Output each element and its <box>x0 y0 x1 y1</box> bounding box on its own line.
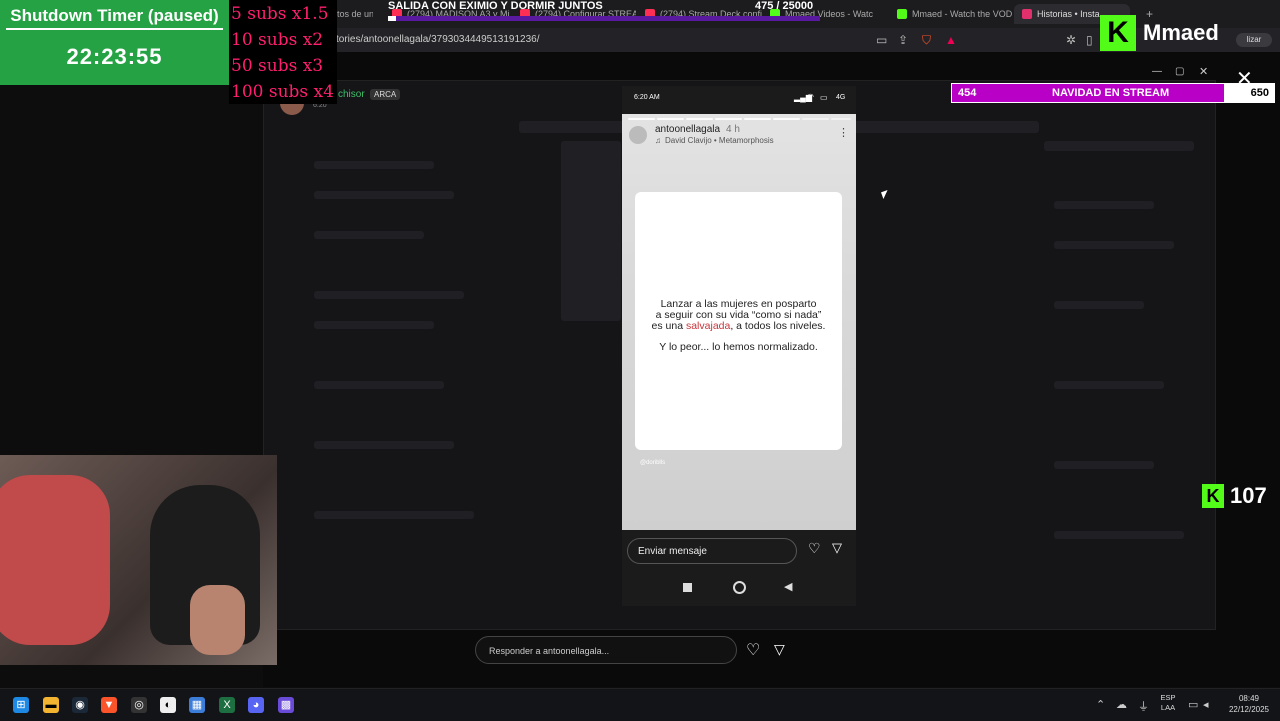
share-icon[interactable]: ⇪ <box>898 33 908 47</box>
android-back-icon[interactable]: ◀ <box>784 580 792 593</box>
tray-chevron-icon[interactable]: ⌃ <box>1096 698 1105 711</box>
timer-time: 22:23:55 <box>66 44 163 69</box>
account-avatar[interactable] <box>629 126 647 144</box>
battery-icon: ▭ <box>820 93 828 102</box>
goal-name: NAVIDAD EN STREAM <box>1052 87 1170 99</box>
story-viewer: 6:20 AM ▂▄▆ ◠ ▭ 4G antoonellagala 4 h ♫ … <box>622 86 856 606</box>
goal-title: SALIDA CON EXIMIO Y DORMIR JUNTOS <box>388 0 603 12</box>
quote-line: es una salvajada, a todos los niveles. <box>635 321 842 332</box>
discord-username: chisor <box>338 89 365 100</box>
wifi-icon: ◠ <box>807 92 814 101</box>
cast-icon[interactable]: ▭ <box>876 33 887 47</box>
android-home-icon[interactable] <box>733 581 746 594</box>
lang-code: ESP <box>1160 693 1176 702</box>
window-close-icon[interactable]: ✕ <box>1199 65 1208 78</box>
shutdown-timer-overlay: Shutdown Timer (paused) 22:23:55 <box>0 0 229 85</box>
quote-text: es una <box>651 320 686 332</box>
obs-icon[interactable]: ◎ <box>131 697 147 713</box>
network-icon[interactable]: ▭ <box>1188 698 1198 711</box>
goal-progress-track <box>388 16 820 21</box>
reply-heart-icon[interactable]: ♡ <box>746 640 760 660</box>
volume-icon[interactable]: ◂ <box>1203 698 1209 711</box>
android-recents-icon[interactable] <box>683 583 692 592</box>
like-heart-icon[interactable]: ♡ <box>808 540 821 557</box>
user-tag: ARCA <box>370 89 401 100</box>
quote-text: , a todos los niveles. <box>730 320 826 332</box>
app-grid-icon[interactable]: ▩ <box>278 697 294 713</box>
lang-layout: LAA <box>1160 703 1176 712</box>
subs-multiplier-overlay: 5 subs x1.5 10 subs x2 50 subs x3 100 su… <box>229 0 337 104</box>
maximize-icon[interactable]: ▢ <box>1175 66 1184 77</box>
subs-tier: 10 subs x2 <box>231 30 324 50</box>
goal-count: 475 / 25000 <box>755 0 814 12</box>
app-icon[interactable]: ◐ <box>160 697 176 713</box>
extensions-icon[interactable]: ✲ <box>1066 33 1076 47</box>
kick-icon: K <box>1202 484 1224 508</box>
music-info[interactable]: David Clavijo • Metamorphosis <box>665 136 774 145</box>
goal-current: 454 <box>958 87 977 99</box>
sub-goal-overlay: SALIDA CON EXIMIO Y DORMIR JUNTOS 475 / … <box>388 0 820 24</box>
tab-label: tos de un <box>337 9 373 19</box>
brave-browser-icon[interactable]: ▼ <box>101 697 117 713</box>
goal-progress-fill <box>388 16 397 21</box>
christmas-goal-bar: 454 NAVIDAD EN STREAM 650 <box>951 83 1275 103</box>
reply-input[interactable]: Responder a antoonellagala... <box>475 636 737 664</box>
microphone-icon[interactable]: ⏚ <box>1138 698 1149 714</box>
tab-label: Historias • Insta <box>1037 9 1100 19</box>
onedrive-icon[interactable]: ☁ <box>1116 698 1127 711</box>
account-name[interactable]: antoonellagala <box>655 124 720 135</box>
subs-tier: 5 subs x1.5 <box>231 4 329 24</box>
watermark: @doriblls <box>640 460 666 466</box>
viewer-number: 107 <box>1230 483 1267 508</box>
steam-icon[interactable]: ◉ <box>72 697 88 713</box>
story-footer: Enviar mensaje ♡ ▽ ◀ <box>622 530 856 606</box>
phone-network: 4G <box>836 94 846 101</box>
phone-status-bar: 6:20 AM ▂▄▆ ◠ ▭ 4G <box>622 86 856 112</box>
excel-icon[interactable]: X <box>219 697 235 713</box>
channel-name: Mmaed <box>1143 20 1219 45</box>
close-story-icon[interactable]: ✕ <box>1236 66 1253 91</box>
tab-label: Mmaed - Watch the VOD <box>912 9 1012 19</box>
file-explorer-icon[interactable]: ▬ <box>43 697 59 713</box>
story-age: 4 h <box>726 124 740 135</box>
more-options-icon[interactable]: ⋮ <box>838 126 849 139</box>
send-icon[interactable]: ▽ <box>832 540 842 556</box>
kick-logo-icon: K <box>1100 15 1136 51</box>
system-clock[interactable]: 08:49 22/12/2025 <box>1222 693 1276 715</box>
browser-tab[interactable]: tos de un <box>337 4 373 24</box>
subs-tier: 100 subs x4 <box>231 82 334 102</box>
kick-icon <box>897 9 907 19</box>
input-language[interactable]: ESP LAA <box>1158 693 1178 713</box>
phone-time: 6:20 AM <box>634 94 660 101</box>
webcam-feed <box>0 455 277 665</box>
windows-taskbar: ⊞ ▬ ◉ ▼ ◎ ◐ ▦ X ◕ ▩ ⌃ ☁ ⏚ ESP LAA ▭ ◂ 08:… <box>0 688 1280 721</box>
story-content[interactable]: antoonellagala 4 h ♫ David Clavijo • Met… <box>622 114 856 530</box>
sidebar-icon[interactable]: ▯ <box>1086 33 1093 47</box>
brave-rewards-icon[interactable]: ▲ <box>945 33 957 47</box>
discord-icon[interactable]: ◕ <box>248 697 264 713</box>
viewer-count: K 107 <box>1200 482 1280 510</box>
music-note-icon: ♫ <box>655 136 661 145</box>
subs-tier: 50 subs x3 <box>231 56 324 76</box>
quote-highlight: salvajada <box>685 320 731 332</box>
send-message-input[interactable]: Enviar mensaje <box>627 538 797 564</box>
quote-line: Y lo peor... lo hemos normalizado. <box>659 341 818 353</box>
timer-title: Shutdown Timer (paused) <box>10 6 219 25</box>
browser-tab[interactable]: Mmaed - Watch the VOD <box>897 4 1012 24</box>
channel-logo: K Mmaed <box>1097 12 1277 54</box>
reply-send-icon[interactable]: ▽ <box>774 641 785 658</box>
clock-date: 22/12/2025 <box>1228 705 1270 714</box>
url-field[interactable]: tories/antoonellagala/379303444951319123… <box>336 34 540 45</box>
quote-card: Lanzar a las mujeres en posparto a segui… <box>635 192 842 450</box>
brave-shield-icon[interactable]: ⛉ <box>922 33 931 48</box>
windows-start-icon[interactable]: ⊞ <box>13 697 29 713</box>
clock-time: 08:49 <box>1238 694 1260 703</box>
minimize-icon[interactable]: — <box>1152 66 1162 77</box>
timer-divider <box>6 28 223 30</box>
calculator-icon[interactable]: ▦ <box>189 697 205 713</box>
instagram-icon <box>1022 9 1032 19</box>
